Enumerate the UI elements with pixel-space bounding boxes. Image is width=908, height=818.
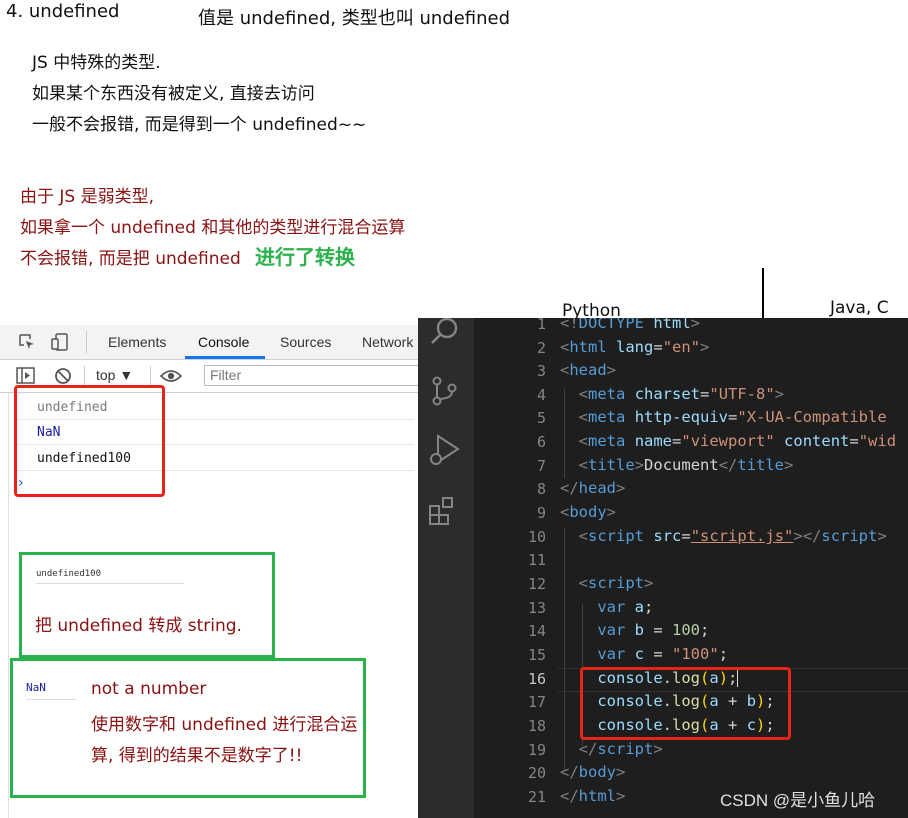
line-number: 4	[536, 386, 546, 404]
code-line-15: var c = "100";	[597, 645, 729, 663]
line-number: 8	[536, 480, 546, 498]
console-log-highlight	[580, 667, 791, 740]
code-line-1: <!DOCTYPE html>	[560, 318, 701, 332]
clear-console-icon[interactable]	[54, 367, 72, 385]
console-output-highlight	[14, 385, 165, 497]
tab-sources[interactable]: Sources	[280, 334, 331, 350]
red-note-line-3: 不会报错, 而是把 undefined	[20, 249, 241, 269]
table-header-java: Java, C	[830, 298, 889, 318]
tab-network[interactable]: Network	[362, 334, 413, 350]
devtools-tabbar: Elements Console Sources Network	[0, 325, 420, 360]
code-line-2: <html lang="en">	[560, 338, 710, 356]
line-number: 18	[527, 717, 546, 735]
code-line-4: <meta charset="UTF-8">	[578, 385, 785, 403]
device-toolbar-icon[interactable]	[50, 332, 70, 352]
line-number: 17	[527, 693, 546, 711]
tab-elements[interactable]: Elements	[108, 334, 166, 350]
note-line-1: JS 中特殊的类型.	[32, 53, 161, 73]
code-line-3: <head>	[560, 361, 617, 379]
note-line-3: 一般不会报错, 而是得到一个 undefined~~	[32, 115, 367, 135]
callout-string-text: 把 undefined 转成 string.	[35, 616, 242, 636]
code-line-6: <meta name="viewport" content="wid	[578, 432, 897, 450]
code-line-14: var b = 100;	[597, 621, 710, 639]
active-tab-indicator	[185, 356, 265, 359]
note-line-2: 如果某个东西没有被定义, 直接去访问	[32, 84, 315, 104]
line-number: 5	[536, 409, 546, 427]
code-line-21: </html>	[560, 787, 626, 805]
table-divider	[762, 268, 764, 320]
line-number: 7	[536, 457, 546, 475]
activity-bar	[418, 318, 474, 818]
code-line-19: </script>	[578, 740, 663, 758]
inspect-element-icon[interactable]	[18, 333, 36, 351]
line-number: 13	[527, 599, 546, 617]
code-line-12: <script>	[578, 574, 654, 592]
callout-mini-output: undefined100	[36, 569, 102, 579]
callout-nan-line-1: 使用数字和 undefined 进行混合运	[91, 715, 358, 735]
context-selector[interactable]: top ▼	[96, 367, 133, 383]
line-number: 21	[527, 788, 546, 806]
red-note-line-2: 如果拿一个 undefined 和其他的类型进行混合运算	[20, 218, 406, 238]
code-line-7: <title>Document</title>	[578, 456, 794, 474]
line-number: 3	[536, 362, 546, 380]
watermark: CSDN @是小鱼儿哈	[720, 791, 876, 810]
eye-icon[interactable]	[160, 368, 182, 384]
line-number: 9	[536, 504, 546, 522]
code-line-20: </body>	[560, 763, 626, 781]
code-line-9: <body>	[560, 503, 617, 521]
string-conversion-callout: undefined100 把 undefined 转成 string.	[19, 552, 275, 658]
callout-nan-title: not a number	[91, 679, 207, 699]
code-line-8: </head>	[560, 479, 626, 497]
callout-mini-nan: NaN	[26, 681, 46, 694]
search-icon[interactable]	[428, 318, 462, 348]
callout-nan-line-2: 算, 得到的结果不是数字了!!	[91, 746, 303, 766]
line-number: 6	[536, 433, 546, 451]
console-filter-input[interactable]: Filter	[204, 365, 420, 386]
line-number: 15	[527, 646, 546, 664]
line-number-current: 16	[527, 670, 546, 688]
green-highlight-text: 进行了转换	[255, 245, 355, 269]
red-note-line-1: 由于 JS 是弱类型,	[20, 187, 155, 207]
line-number: 12	[527, 575, 546, 593]
line-number: 20	[527, 764, 546, 782]
undefined-value-description: 值是 undefined, 类型也叫 undefined	[198, 8, 511, 29]
code-line-13: var a;	[597, 598, 654, 616]
section-heading: 4. undefined	[6, 1, 120, 22]
line-number: 14	[527, 622, 546, 640]
show-sidebar-icon[interactable]	[16, 367, 36, 385]
line-number: 10	[527, 528, 546, 546]
run-debug-icon[interactable]	[428, 432, 462, 468]
code-line-10: <script src="script.js"></script>	[578, 527, 887, 545]
code-line-5: <meta http-equiv="X-UA-Compatible	[578, 408, 887, 426]
line-number: 11	[527, 551, 546, 569]
line-number: 2	[536, 339, 546, 357]
extensions-icon[interactable]	[428, 494, 462, 528]
code-editor: 1 2 3 4 5 6 7 8 9 10 11 12 13 14 15 16 1…	[418, 318, 908, 818]
line-number: 19	[527, 741, 546, 759]
source-control-icon[interactable]	[428, 374, 462, 408]
nan-callout: NaN not a number 使用数字和 undefined 进行混合运 算…	[10, 658, 366, 798]
tab-console[interactable]: Console	[198, 334, 249, 350]
line-number: 1	[536, 318, 546, 333]
